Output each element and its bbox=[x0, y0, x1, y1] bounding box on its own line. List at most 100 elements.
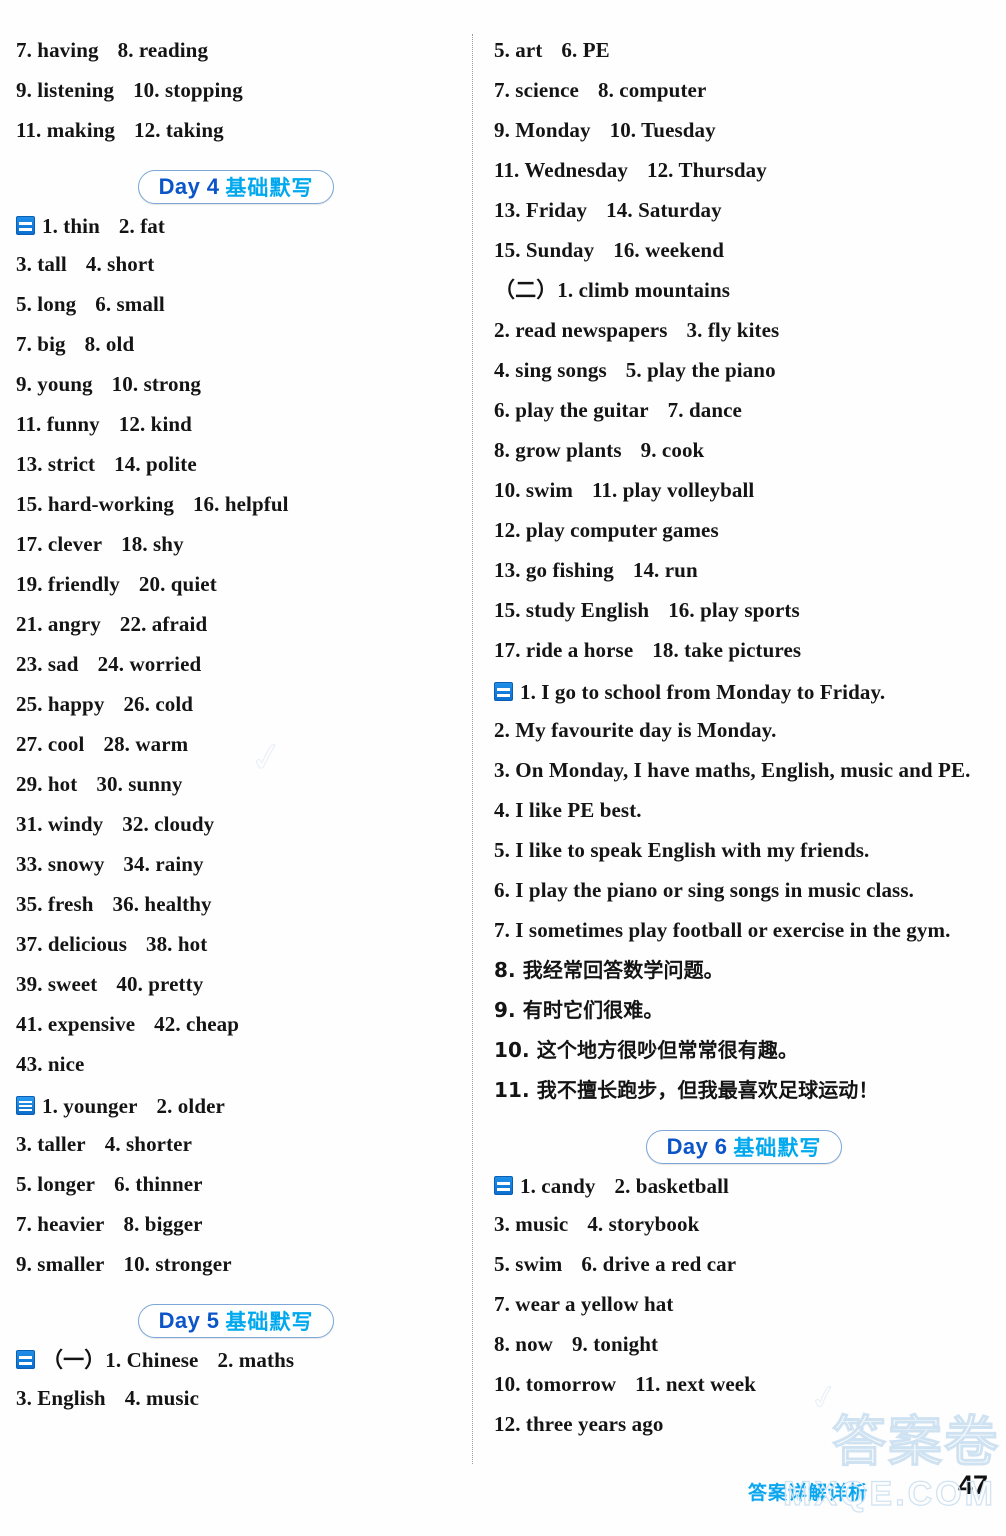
answer-item: 4. short bbox=[85, 252, 155, 276]
two-bar-marker-icon bbox=[494, 682, 513, 701]
answer-item: 9. listening bbox=[16, 78, 115, 102]
answer-item: 6. thinner bbox=[114, 1172, 203, 1196]
answer-line: 4. sing songs 5. play the piano bbox=[494, 360, 994, 400]
answer-item: （一）1. Chinese bbox=[42, 1348, 199, 1372]
day-header: Day 5 基础默写 bbox=[16, 1294, 456, 1348]
right-answer-column: 5. art 6. PE 7. science 8. computer 9. Monda… bbox=[494, 40, 994, 1454]
answer-item: 9. 有时它们很难。 bbox=[494, 998, 664, 1022]
left-answer-column: 7. having 8. reading 9. listening 10. stopp… bbox=[16, 40, 456, 1428]
answer-item: 5. I like to speak English with my frien… bbox=[494, 838, 870, 862]
answer-item: 2. fat bbox=[118, 214, 165, 238]
answer-item: 14. run bbox=[632, 558, 698, 582]
answer-item: 30. sunny bbox=[96, 772, 183, 796]
answer-item: 12. Thursday bbox=[646, 158, 767, 182]
answer-line: 9. Monday 10. Tuesday bbox=[494, 120, 994, 160]
answer-item: 15. Sunday bbox=[494, 238, 595, 262]
answer-item: 42. cheap bbox=[154, 1012, 240, 1036]
answer-item: （二）1. climb mountains bbox=[494, 278, 731, 302]
answer-line: 5. swim 6. drive a red car bbox=[494, 1254, 994, 1294]
day-header: Day 4 基础默写 bbox=[16, 160, 456, 214]
day-header-pill: Day 4 基础默写 bbox=[137, 170, 335, 204]
answer-line: 15. Sunday 16. weekend bbox=[494, 240, 994, 280]
page-number: 47 bbox=[957, 1470, 988, 1500]
answer-item: 34. rainy bbox=[123, 852, 204, 876]
answer-item: 2. older bbox=[156, 1094, 225, 1118]
answer-item: 15. study English bbox=[494, 598, 650, 622]
answer-line: 7. wear a yellow hat bbox=[494, 1294, 994, 1334]
answer-item: 13. go fishing bbox=[494, 558, 614, 582]
answer-item: 14. Saturday bbox=[606, 198, 722, 222]
day-header-pill: Day 6 基础默写 bbox=[645, 1130, 843, 1164]
answer-line: 6. play the guitar 7. dance bbox=[494, 400, 994, 440]
answer-line: 1. I go to school from Monday to Friday. bbox=[494, 680, 994, 720]
footer-brand-label: 答案详解详析 bbox=[748, 1482, 869, 1504]
answer-item: 7. wear a yellow hat bbox=[494, 1292, 674, 1316]
answer-item: 1. I go to school from Monday to Friday. bbox=[520, 680, 886, 704]
answer-line: 8. now 9. tonight bbox=[494, 1334, 994, 1374]
answer-item: 25. happy bbox=[16, 692, 105, 716]
answer-item: 11. Wednesday bbox=[494, 158, 628, 182]
answer-line: 15. study English 16. play sports bbox=[494, 600, 994, 640]
answer-item: 5. longer bbox=[16, 1172, 96, 1196]
answer-line: 9. smaller 10. stronger bbox=[16, 1254, 456, 1294]
answer-line: 9. young 10. strong bbox=[16, 374, 456, 414]
answer-item: 2. maths bbox=[217, 1348, 295, 1372]
answer-item: 3. fly kites bbox=[686, 318, 780, 342]
answer-item: 8. grow plants bbox=[494, 438, 622, 462]
answer-line: 9. 有时它们很难。 bbox=[494, 1000, 994, 1040]
answer-line: 5. longer 6. thinner bbox=[16, 1174, 456, 1214]
answer-item: 18. shy bbox=[121, 532, 184, 556]
answer-item: 4. I like PE best. bbox=[494, 798, 642, 822]
answer-line: 8. grow plants 9. cook bbox=[494, 440, 994, 480]
answer-item: 14. polite bbox=[114, 452, 197, 476]
answer-item: 8. bigger bbox=[123, 1212, 203, 1236]
answer-line: 7. heavier 8. bigger bbox=[16, 1214, 456, 1254]
day-header-cn-label: 基础默写 bbox=[225, 1310, 314, 1334]
answer-line: 17. clever 18. shy bbox=[16, 534, 456, 574]
answer-line: 1. younger 2. older bbox=[16, 1094, 456, 1134]
answer-item: 11. 我不擅长跑步，但我最喜欢足球运动！ bbox=[494, 1078, 879, 1102]
answer-line: 1. thin 2. fat bbox=[16, 214, 456, 254]
answer-item: 12. taking bbox=[134, 118, 224, 142]
answer-item: 8. old bbox=[84, 332, 135, 356]
answer-item: 4. music bbox=[124, 1386, 200, 1410]
answer-line: 11. Wednesday 12. Thursday bbox=[494, 160, 994, 200]
answer-line: 10. tomorrow 11. next week bbox=[494, 1374, 994, 1414]
answer-item: 6. I play the piano or sing songs in mus… bbox=[494, 878, 914, 902]
answer-item: 10. stronger bbox=[123, 1252, 232, 1276]
answer-line: 19. friendly 20. quiet bbox=[16, 574, 456, 614]
answer-line: 11. making 12. taking bbox=[16, 120, 456, 160]
answer-item: 6. play the guitar bbox=[494, 398, 649, 422]
answer-item: 43. nice bbox=[16, 1052, 85, 1076]
answer-line: 37. delicious 38. hot bbox=[16, 934, 456, 974]
answer-line: 3. tall 4. short bbox=[16, 254, 456, 294]
answer-item: 2. read newspapers bbox=[494, 318, 668, 342]
answer-item: 5. play the piano bbox=[625, 358, 776, 382]
answer-line: 25. happy 26. cold bbox=[16, 694, 456, 734]
answer-item: 1. candy bbox=[520, 1174, 596, 1198]
answer-line: 43. nice bbox=[16, 1054, 456, 1094]
answer-item: 9. smaller bbox=[16, 1252, 105, 1276]
answer-item: 3. music bbox=[494, 1212, 569, 1236]
answer-item: 16. helpful bbox=[192, 492, 289, 516]
answer-item: 32. cloudy bbox=[122, 812, 215, 836]
answer-item: 11. funny bbox=[16, 412, 100, 436]
answer-line: 31. windy 32. cloudy bbox=[16, 814, 456, 854]
answer-item: 6. PE bbox=[561, 38, 610, 62]
answer-line: 8. 我经常回答数学问题。 bbox=[494, 960, 994, 1000]
answer-item: 19. friendly bbox=[16, 572, 120, 596]
answer-line: 35. fresh 36. healthy bbox=[16, 894, 456, 934]
answer-line: 6. I play the piano or sing songs in mus… bbox=[494, 880, 994, 920]
answer-item: 29. hot bbox=[16, 772, 78, 796]
day-header-cn-label: 基础默写 bbox=[225, 176, 314, 200]
answer-item: 31. windy bbox=[16, 812, 104, 836]
answer-item: 3. tall bbox=[16, 252, 67, 276]
answer-item: 7. big bbox=[16, 332, 66, 356]
answer-item: 6. small bbox=[95, 292, 165, 316]
answer-item: 37. delicious bbox=[16, 932, 127, 956]
answer-line: 29. hot 30. sunny bbox=[16, 774, 456, 814]
answer-line: 13. Friday 14. Saturday bbox=[494, 200, 994, 240]
two-bar-marker-icon bbox=[494, 1176, 513, 1195]
answer-item: 11. next week bbox=[635, 1372, 756, 1396]
answer-item: 18. take pictures bbox=[652, 638, 802, 662]
